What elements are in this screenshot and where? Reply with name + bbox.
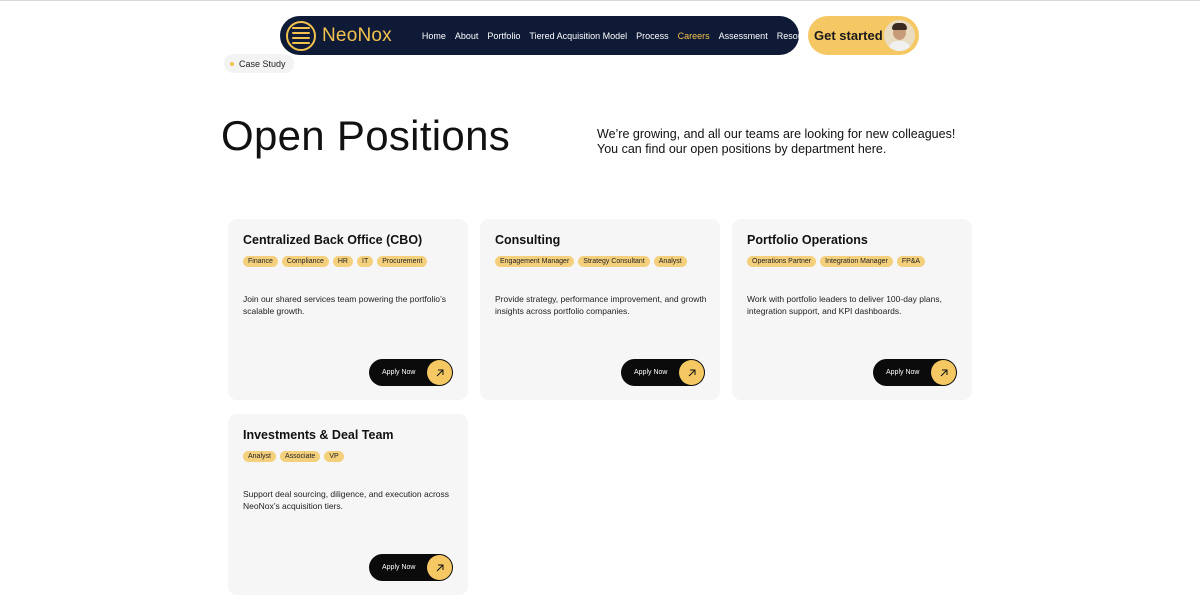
tag: Analyst — [243, 451, 276, 462]
apply-now-label: Apply Now — [382, 369, 416, 376]
top-navbar: NeoNox Home About Portfolio Tiered Acqui… — [280, 16, 820, 55]
tag: Procurement — [377, 256, 428, 267]
tag-list: Engagement Manager Strategy Consultant A… — [495, 256, 705, 267]
tag: Analyst — [653, 256, 687, 267]
position-card-portfolio-operations: Portfolio Operations Operations Partner … — [732, 219, 972, 400]
position-card-investments: Investments & Deal Team Analyst Associat… — [228, 414, 468, 595]
nav-link-careers[interactable]: Careers — [678, 31, 710, 41]
apply-now-button[interactable]: Apply Now — [621, 359, 705, 386]
page-title: Open Positions — [221, 112, 511, 159]
nav-links: Home About Portfolio Tiered Acquisition … — [422, 31, 820, 41]
nav-link-process[interactable]: Process — [636, 31, 669, 41]
tag: Associate — [279, 451, 321, 462]
nav-link-home[interactable]: Home — [422, 31, 446, 41]
nav-link-about[interactable]: About — [455, 31, 479, 41]
tag: Finance — [243, 256, 278, 267]
card-description: Provide strategy, performance improvemen… — [495, 294, 707, 316]
apply-now-label: Apply Now — [634, 369, 668, 376]
position-card-cbo: Centralized Back Office (CBO) Finance Co… — [228, 219, 468, 400]
avatar — [884, 20, 915, 51]
brand-name: NeoNox — [322, 24, 392, 46]
nav-link-portfolio[interactable]: Portfolio — [487, 31, 520, 41]
card-title: Investments & Deal Team — [243, 428, 394, 442]
case-study-label: Case Study — [239, 58, 286, 69]
brand-logo[interactable]: NeoNox — [286, 20, 392, 51]
position-card-consulting: Consulting Engagement Manager Strategy C… — [480, 219, 720, 400]
arrow-up-right-icon — [427, 555, 452, 580]
tag-list: Operations Partner Integration Manager F… — [747, 256, 957, 267]
tag: VP — [324, 451, 344, 462]
apply-now-button[interactable]: Apply Now — [369, 359, 453, 386]
bullet-dot-icon — [230, 61, 234, 66]
nav-link-assessment[interactable]: Assessment — [719, 31, 768, 41]
get-started-label: Get started — [814, 28, 883, 43]
tag-list: Finance Compliance HR IT Procurement — [243, 256, 453, 267]
case-study-chip[interactable]: Case Study — [224, 54, 294, 73]
apply-now-label: Apply Now — [886, 369, 920, 376]
tag: IT — [357, 256, 374, 267]
card-description: Join our shared services team powering t… — [243, 294, 447, 316]
card-title: Consulting — [495, 233, 561, 247]
apply-now-button[interactable]: Apply Now — [369, 554, 453, 581]
tag-list: Analyst Associate VP — [243, 451, 453, 462]
card-description: Work with portfolio leaders to deliver 1… — [747, 294, 942, 316]
arrow-up-right-icon — [931, 360, 956, 385]
tag: Engagement Manager — [495, 256, 575, 267]
tag: Operations Partner — [747, 256, 817, 267]
card-description: Support deal sourcing, diligence, and ex… — [243, 489, 450, 511]
apply-now-button[interactable]: Apply Now — [873, 359, 957, 386]
tag: Strategy Consultant — [578, 256, 650, 267]
nav-link-tiered-acquisition-model[interactable]: Tiered Acquisition Model — [529, 31, 627, 41]
card-title: Centralized Back Office (CBO) — [243, 233, 423, 247]
page-intro: We’re growing, and all our teams are loo… — [597, 127, 956, 156]
brand-logo-icon — [286, 20, 316, 51]
apply-now-label: Apply Now — [382, 564, 416, 571]
tag: Integration Manager — [820, 256, 893, 267]
tag: Compliance — [281, 256, 329, 267]
arrow-up-right-icon — [679, 360, 704, 385]
card-title: Portfolio Operations — [747, 233, 868, 247]
arrow-up-right-icon — [427, 360, 452, 385]
tag: HR — [332, 256, 353, 267]
get-started-button[interactable]: Get started — [808, 16, 919, 55]
tag: FP&A — [896, 256, 926, 267]
